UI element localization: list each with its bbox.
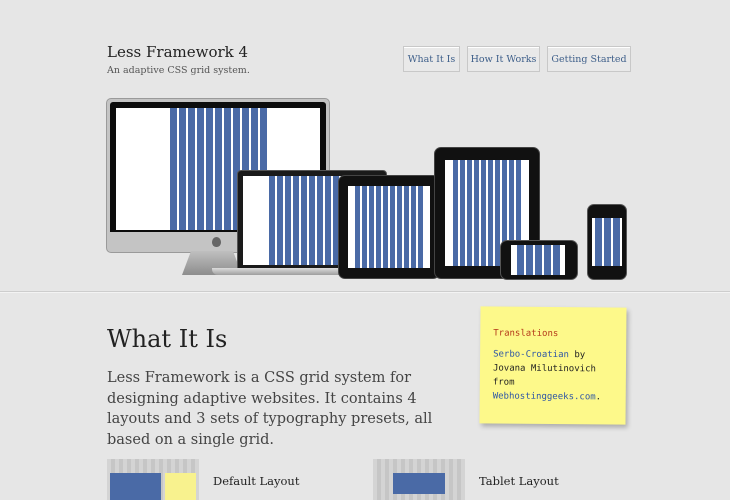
main-nav: What It Is How It Works Getting Started	[403, 46, 631, 72]
translations-note: Translations Serbo-Croatian by Jovana Mi…	[479, 306, 627, 425]
section-heading: What It Is	[107, 325, 228, 353]
translations-title: Translations	[493, 328, 559, 340]
webhostinggeeks-link[interactable]: Webhostinggeeks.com	[493, 391, 596, 402]
apple-logo-icon	[212, 237, 221, 247]
nav-what-it-is-button[interactable]: What It Is	[403, 46, 460, 72]
tablet-layout-thumbnail	[373, 459, 465, 500]
iphone-portrait-device	[587, 204, 627, 280]
translations-body: Serbo-Croatian by Jovana Milutinovich fr…	[493, 347, 618, 404]
serbo-croatian-link[interactable]: Serbo-Croatian	[493, 349, 569, 360]
default-layout-thumbnail	[107, 459, 199, 500]
iphone-landscape-screen-grid	[511, 245, 565, 275]
translations-end-text: .	[595, 392, 602, 403]
section-divider	[0, 291, 730, 293]
default-layout-label: Default Layout	[213, 474, 300, 488]
intro-paragraph: Less Framework is a CSS grid system for …	[107, 370, 433, 448]
nav-how-it-works-button[interactable]: How It Works	[467, 46, 540, 72]
iphone-landscape-device	[500, 240, 578, 280]
iphone-portrait-screen-grid	[592, 218, 622, 266]
tablet-layout-label: Tablet Layout	[479, 474, 559, 488]
ipad-landscape-device	[338, 175, 440, 279]
site-tagline: An adaptive CSS grid system.	[107, 65, 250, 76]
site-title: Less Framework 4	[107, 43, 249, 61]
nav-getting-started-button[interactable]: Getting Started	[547, 46, 631, 72]
ipad-landscape-screen-grid	[348, 186, 430, 268]
